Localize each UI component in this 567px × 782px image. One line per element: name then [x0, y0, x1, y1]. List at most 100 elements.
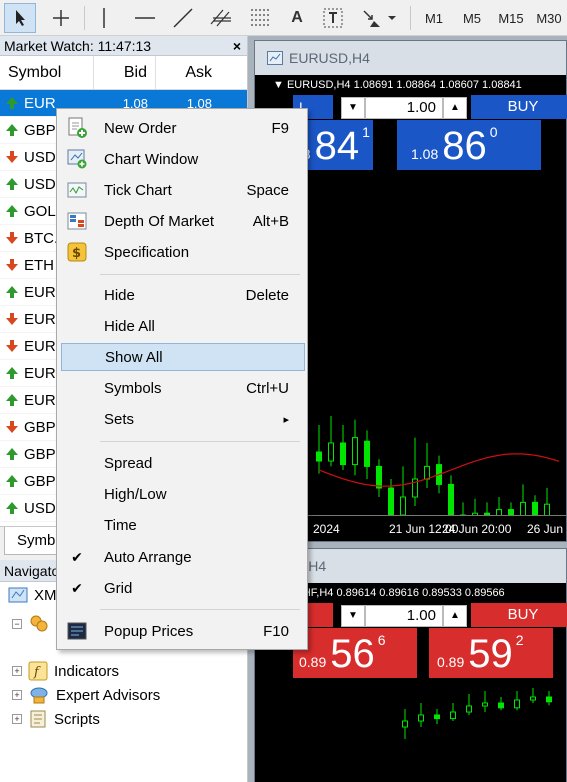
cursor-tool-button[interactable] — [4, 3, 36, 33]
crosshair-icon — [53, 10, 69, 26]
text-label-button[interactable] — [318, 3, 348, 33]
chart-titlebar: EURUSD,H4 — [255, 41, 566, 75]
menu-item-sets[interactable]: Sets ▸ — [61, 405, 305, 433]
navigator-item-label: XM — [34, 586, 57, 604]
trend-line-button[interactable] — [168, 3, 198, 33]
candle-body — [466, 705, 472, 713]
arrow-up-icon — [0, 447, 24, 461]
candle-body — [400, 496, 406, 515]
ask-column-header[interactable]: Ask — [156, 56, 218, 89]
bid-column-header[interactable]: Bid — [94, 56, 156, 89]
text-tool-button[interactable]: A — [284, 3, 310, 33]
candle-body — [328, 442, 334, 462]
crosshair-button[interactable] — [46, 3, 76, 33]
candle-body — [418, 714, 424, 722]
timeframe-m15-button[interactable]: M15 — [494, 3, 528, 33]
menu-item-symbols[interactable]: Symbols Ctrl+U — [61, 374, 305, 402]
chart-title: EURUSD,H4 — [289, 50, 370, 66]
menu-item-show-all[interactable]: Show All — [61, 343, 305, 371]
trend-line-icon — [173, 8, 193, 28]
checkmark-icon: ✔ — [71, 548, 83, 565]
menu-item-tick-chart[interactable]: Tick Chart Space — [61, 176, 305, 204]
arrow-up-icon — [0, 366, 24, 380]
arrow-down-icon — [0, 231, 24, 245]
menu-item-chart-window[interactable]: Chart Window — [61, 145, 305, 173]
new-order-icon — [65, 116, 89, 140]
fibonacci-button[interactable] — [246, 3, 276, 33]
channel-icon — [210, 9, 231, 27]
menu-item-specification[interactable]: $ Specification — [61, 238, 305, 266]
candle-body — [514, 699, 520, 709]
navigator-item-label: Indicators — [54, 662, 120, 680]
equidistant-channel-button[interactable] — [206, 3, 236, 33]
arrow-up-icon — [0, 96, 24, 110]
arrow-up-icon — [0, 204, 24, 218]
expand-icon[interactable]: + — [12, 714, 22, 724]
menu-item-hide[interactable]: Hide Delete — [61, 281, 305, 309]
candle-body — [530, 696, 536, 701]
chart-icon — [267, 51, 283, 65]
time-label: 2024 — [313, 522, 340, 536]
navigator-item-account[interactable]: XM — [8, 586, 57, 604]
candle-body — [532, 501, 538, 515]
navigator-item-indicators[interactable]: + f Indicators — [12, 661, 119, 681]
arrows-dropdown-button[interactable] — [358, 3, 398, 33]
collapse-icon[interactable]: − — [12, 619, 22, 629]
vertical-line-button[interactable] — [92, 3, 116, 33]
candle-body — [364, 440, 370, 467]
timeframe-m1-button[interactable]: M1 — [420, 3, 448, 33]
popup-prices-icon — [65, 619, 89, 643]
expert-advisors-icon — [30, 687, 48, 704]
indicators-icon: f — [28, 661, 48, 681]
menu-item-hide-all[interactable]: Hide All — [61, 312, 305, 340]
horizontal-line-button[interactable] — [130, 3, 160, 33]
market-watch-title: Market Watch: 11:47:13 — [4, 38, 152, 54]
navigator-item-label: Scripts — [54, 710, 100, 728]
timeframe-m30-button[interactable]: M30 — [532, 3, 566, 33]
candle-body — [546, 696, 552, 703]
arrow-down-icon — [0, 420, 24, 434]
candle-body — [424, 465, 430, 480]
arrow-up-icon — [0, 393, 24, 407]
arrow-up-icon — [0, 501, 24, 515]
arrows-icon — [363, 10, 396, 27]
navigator-item-label: Expert Advisors — [56, 686, 161, 704]
menu-item-depth-of-market[interactable]: Depth Of Market Alt+B — [61, 207, 305, 235]
candle-body — [316, 451, 322, 462]
menu-item-high-low[interactable]: High/Low — [61, 480, 305, 508]
vertical-line-icon — [103, 8, 105, 28]
arrow-down-icon — [0, 312, 24, 326]
specification-icon: $ — [65, 240, 89, 264]
menu-item-auto-arrange[interactable]: ✔ Auto Arrange — [61, 543, 305, 571]
menu-item-spread[interactable]: Spread — [61, 449, 305, 477]
symbol-column-header[interactable]: Symbol — [0, 56, 94, 89]
candle-body — [450, 711, 456, 720]
navigator-item-expert-advisors[interactable]: + Expert Advisors — [12, 685, 160, 705]
scripts-icon — [30, 710, 46, 728]
candle-body — [448, 483, 454, 515]
market-watch-titlebar: Market Watch: 11:47:13 × — [0, 36, 247, 56]
candle-body — [482, 702, 488, 707]
candle-body — [520, 501, 526, 515]
time-label: 26 Jun — [527, 522, 564, 536]
navigator-item-accounts-group[interactable]: − — [12, 614, 50, 634]
expand-icon[interactable]: + — [12, 690, 22, 700]
depth-of-market-icon — [65, 209, 89, 233]
close-icon[interactable]: × — [233, 36, 241, 56]
candle-body — [402, 720, 408, 728]
menu-item-new-order[interactable]: New Order F9 — [61, 114, 305, 142]
submenu-arrow-icon: ▸ — [283, 413, 289, 426]
candle-body — [376, 465, 382, 489]
menu-item-time[interactable]: Time — [61, 511, 305, 539]
horizontal-line-icon — [135, 17, 155, 19]
candle-body — [388, 487, 394, 515]
menu-item-grid[interactable]: ✔ Grid — [61, 574, 305, 602]
cursor-icon — [16, 10, 25, 26]
timeframe-m5-button[interactable]: M5 — [458, 3, 486, 33]
tick-chart-icon — [65, 178, 89, 202]
navigator-item-scripts[interactable]: + Scripts — [12, 709, 100, 729]
expand-icon[interactable]: + — [12, 666, 22, 676]
market-watch-header: Symbol Bid Ask — [0, 56, 247, 90]
account-icon — [8, 587, 28, 603]
menu-item-popup-prices[interactable]: Popup Prices F10 — [61, 617, 305, 645]
